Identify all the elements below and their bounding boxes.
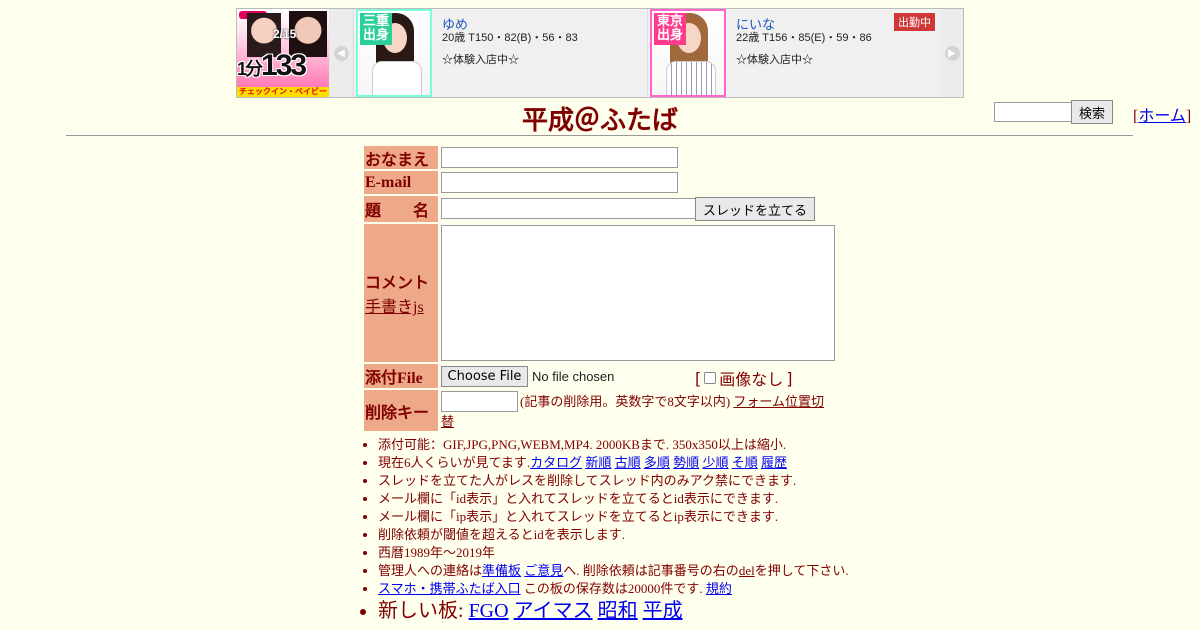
sort-many-link[interactable]: 多順 <box>644 455 670 470</box>
ad-price-prefix: 1分 <box>237 59 263 79</box>
subject-label: 題 名 <box>364 196 438 222</box>
origin-tag: 三重出身 <box>360 13 392 45</box>
feedback-link[interactable]: ご意見 <box>524 563 563 578</box>
list-item: 添付可能：GIF,JPG,PNG,WEBM,MP4. 2000KBまで. 350… <box>378 436 849 454</box>
profile-note: ☆体験入店中☆ <box>442 54 519 66</box>
name-field[interactable] <box>441 147 678 168</box>
list-item: 西暦1989年～2019年 <box>378 544 849 562</box>
bracket-close: ] <box>1185 108 1192 125</box>
delete-request-suffix: を押して下さい. <box>754 563 849 578</box>
no-image-checkbox[interactable] <box>704 372 717 384</box>
del-link[interactable]: del <box>739 563 755 578</box>
comment-textarea[interactable] <box>441 225 835 361</box>
profile-note: ☆体験入店中☆ <box>736 54 813 66</box>
prep-board-link[interactable]: 準備板 <box>482 563 521 578</box>
photo-body <box>666 61 716 95</box>
profile-stats: 22歳 T156・85(E)・59・86 <box>736 32 872 44</box>
list-item: 管理人への連絡は準備板 ご意見へ. 削除依頼は記事番号の右のdelを押して下さい… <box>378 562 849 580</box>
email-label: E-mail <box>364 171 438 194</box>
sort-new-link[interactable]: 新順 <box>585 455 611 470</box>
sort-old-link[interactable]: 古順 <box>615 455 641 470</box>
search-button[interactable]: 検索 <box>1071 100 1113 124</box>
home-link[interactable]: ホーム <box>1138 108 1186 125</box>
status-badge: 出勤中 <box>894 13 935 31</box>
origin-tag: 東京出身 <box>654 13 686 45</box>
viewer-count: 現在6人くらいが見てます. <box>378 455 531 470</box>
sort-momentum-link[interactable]: 勢順 <box>673 455 699 470</box>
no-image-option[interactable]: [ 画像なし ] <box>695 366 793 390</box>
file-status-text: No file chosen <box>532 369 615 384</box>
header-divider <box>66 135 1133 136</box>
carousel-next-button[interactable]: ▶ <box>941 9 963 97</box>
bracket-close: ] <box>786 368 793 388</box>
ad-image[interactable]: 2/15 1分133円 チェックイン・ベイビー <box>237 9 329 97</box>
board-rules-list: 添付可能：GIF,JPG,PNG,WEBM,MP4. 2000KBまで. 350… <box>364 436 849 624</box>
list-item: スレッドを立てた人がレスを削除してスレッド内のみアク禁にできます. <box>378 472 849 490</box>
delete-key-label: 削除キー <box>364 390 438 431</box>
list-item: スマホ・携帯ふたば入口 この板の保存数は20000件です. 規約 <box>378 580 849 598</box>
comment-label: コメント <box>365 275 430 292</box>
profile-card[interactable]: 三重出身 ゆめ 20歳 T150・82(B)・56・83 ☆体験入店中☆ <box>353 9 647 97</box>
ad-strip: チェックイン・ベイビー <box>237 87 329 97</box>
chevron-left-icon: ◀ <box>333 45 349 61</box>
new-boards-label: 新しい板: <box>378 600 464 622</box>
list-item: メール欄に「id表示」と入れてスレッドを立てるとid表示にできます. <box>378 490 849 508</box>
comment-label-cell: コメント 手書きjs <box>364 224 438 362</box>
list-item: 削除依頼が閾値を超えるとidを表示します. <box>378 526 849 544</box>
profile-stats: 20歳 T150・82(B)・56・83 <box>442 32 578 44</box>
terms-link[interactable]: 規約 <box>706 581 732 596</box>
delete-key-note: (記事の削除用。英数字で8文字以内) フォーム位置切替 <box>441 392 831 432</box>
board-link-showa[interactable]: 昭和 <box>598 600 638 622</box>
no-image-label: 画像なし <box>719 370 784 389</box>
list-item: 新しい板: FGO アイマス 昭和 平成 <box>378 598 849 624</box>
profile-photo: 東京出身 <box>650 9 726 97</box>
delete-request-text: へ. 削除依頼は記事番号の右の <box>563 563 739 578</box>
handwriting-link[interactable]: 手書きjs <box>365 293 424 317</box>
email-field[interactable] <box>441 172 678 193</box>
history-link[interactable]: 履歴 <box>761 455 787 470</box>
name-label: おなまえ <box>364 146 438 169</box>
subject-field[interactable] <box>441 198 696 219</box>
attach-label: 添付File <box>364 364 438 388</box>
home-link-wrap: [ホーム] <box>1133 102 1191 126</box>
sort-few-link[interactable]: 少順 <box>702 455 728 470</box>
photo-body <box>372 61 422 95</box>
search-input[interactable] <box>994 102 1072 122</box>
board-link-heisei[interactable]: 平成 <box>643 600 683 622</box>
delete-key-hint: (記事の削除用。英数字で8文字以内) <box>520 394 731 409</box>
choose-file-button[interactable]: Choose File <box>441 366 528 387</box>
list-item: メール欄に「ip表示」と入れてスレッドを立てるとip表示にできます. <box>378 508 849 526</box>
ad-banner[interactable]: 2/15 1分133円 チェックイン・ベイビー ◀ 三重出身 ゆめ 20歳 T1… <box>236 8 964 98</box>
profile-card[interactable]: 東京出身 にいな 出勤中 22歳 T156・85(E)・59・86 ☆体験入店中… <box>647 9 941 97</box>
mobile-entrance-link[interactable]: スマホ・携帯ふたば入口 <box>378 581 521 596</box>
chevron-right-icon: ▶ <box>944 45 960 61</box>
carousel-prev-button[interactable]: ◀ <box>330 9 352 97</box>
board-link-imas[interactable]: アイマス <box>514 600 593 622</box>
create-thread-button[interactable]: スレッドを立てる <box>695 197 815 221</box>
catalog-link[interactable]: カタログ <box>530 455 582 470</box>
profile-photo: 三重出身 <box>356 9 432 97</box>
bracket-open: [ <box>695 368 702 388</box>
contact-text: 管理人への連絡は <box>378 563 483 578</box>
list-item: 現在6人くらいが見てます.カタログ 新順 古順 多順 勢順 少順 そ順 履歴 <box>378 454 849 472</box>
ad-date: 2/15 <box>273 27 297 41</box>
board-link-fgo[interactable]: FGO <box>469 600 509 622</box>
storage-count-text: この板の保存数は20000件です. <box>523 581 703 596</box>
sort-so-link[interactable]: そ順 <box>732 455 758 470</box>
